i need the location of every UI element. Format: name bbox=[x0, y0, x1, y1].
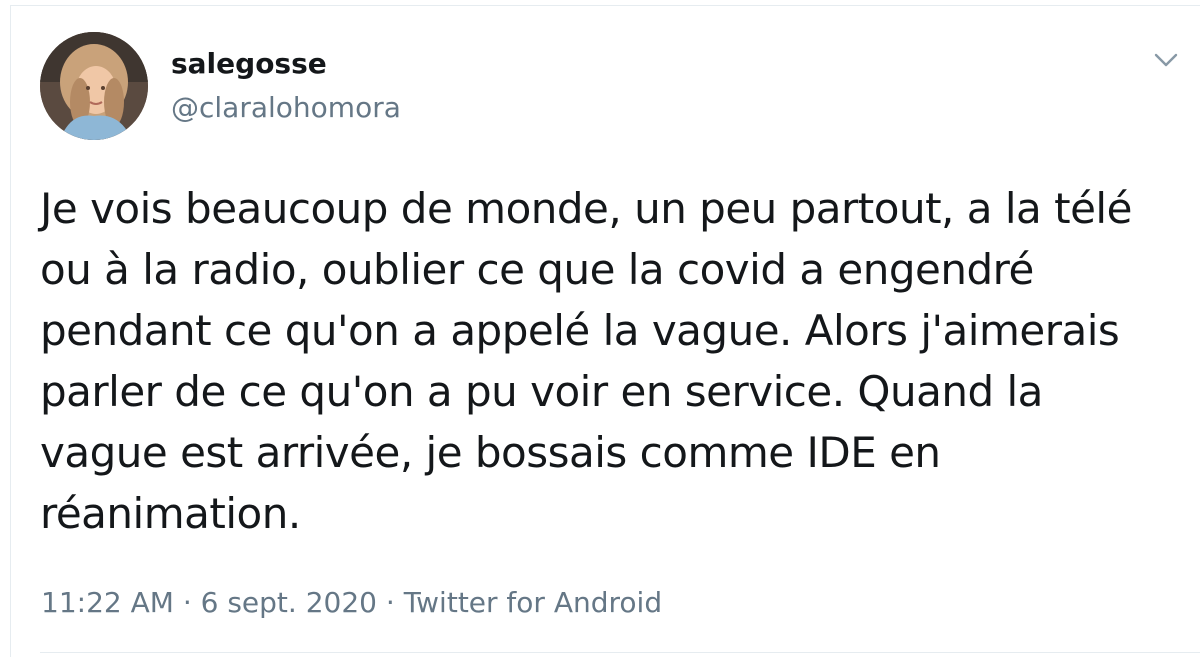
bottom-divider bbox=[40, 652, 1200, 653]
tweet-text-line: pendant ce qu'on a appelé la vague. Alor… bbox=[40, 306, 1120, 355]
tweet-time[interactable]: 11:22 AM bbox=[41, 586, 174, 619]
tweet-text: Je vois beaucoup de monde, un peu partou… bbox=[40, 178, 1180, 544]
tweet-metadata: 11:22 AM · 6 sept. 2020 · Twitter for An… bbox=[41, 585, 662, 621]
chevron-down-icon[interactable] bbox=[1150, 44, 1182, 76]
display-name[interactable]: salegosse bbox=[171, 46, 327, 82]
tweet-source[interactable]: Twitter for Android bbox=[404, 586, 662, 619]
tweet-text-line: réanimation. bbox=[40, 489, 301, 538]
tweet-text-line: Je vois beaucoup de monde, un peu partou… bbox=[40, 184, 1132, 233]
tweet-text-line: vague est arrivée, je bossais comme IDE … bbox=[40, 428, 941, 477]
meta-separator: · bbox=[182, 586, 192, 619]
meta-separator: · bbox=[385, 586, 395, 619]
avatar[interactable] bbox=[40, 32, 148, 140]
tweet-text-line: ou à la radio, oublier ce que la covid a… bbox=[40, 245, 1034, 294]
left-divider bbox=[10, 5, 11, 657]
avatar-photo bbox=[40, 32, 148, 140]
top-divider bbox=[10, 5, 1200, 6]
tweet-text-line: parler de ce qu'on a pu voir en service.… bbox=[40, 367, 1043, 416]
tweet-date[interactable]: 6 sept. 2020 bbox=[201, 586, 377, 619]
user-handle[interactable]: @claralohomora bbox=[171, 90, 401, 126]
